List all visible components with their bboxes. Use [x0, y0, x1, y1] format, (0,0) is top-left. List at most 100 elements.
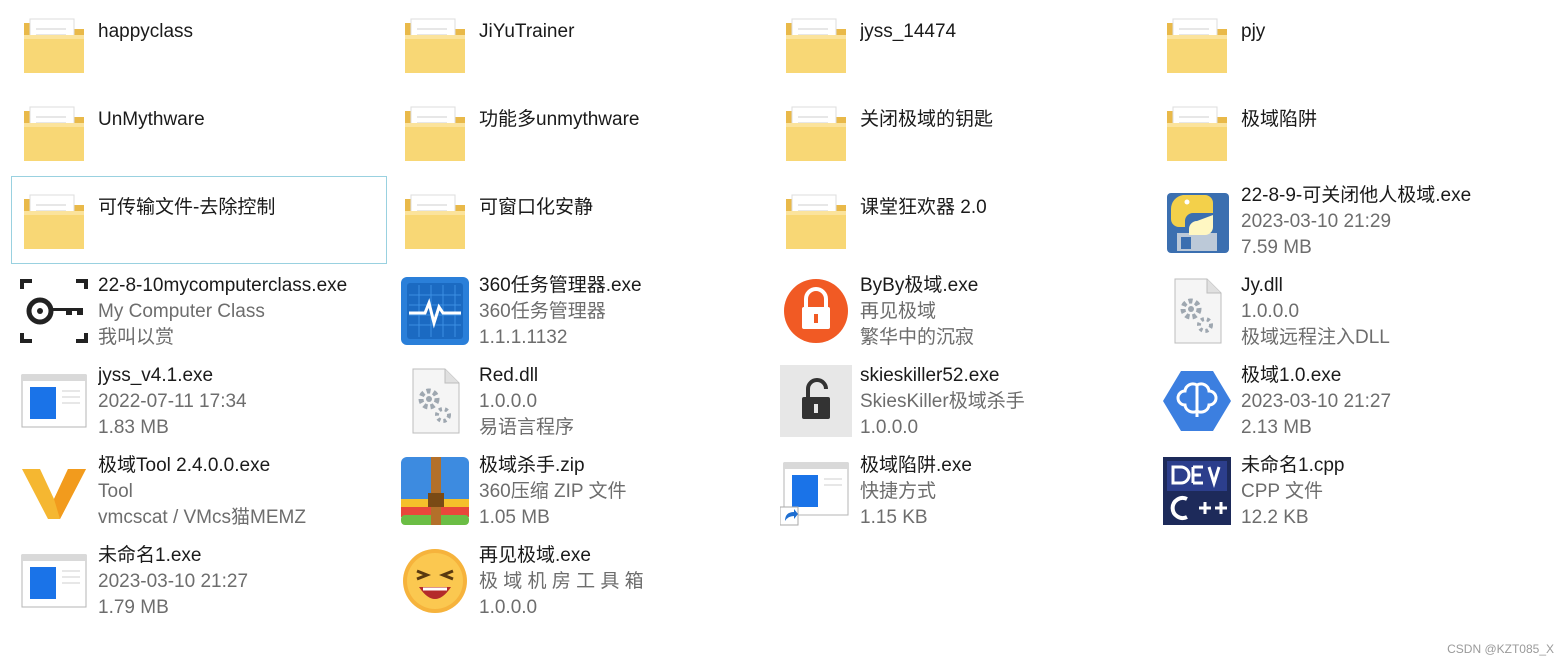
- file-item[interactable]: 可传输文件-去除控制: [11, 176, 387, 264]
- file-meta: vmcscat / VMcs猫MEMZ: [98, 507, 306, 528]
- file-name: ByBy极域.exe: [860, 275, 979, 296]
- file-meta: 2022-07-11 17:34: [98, 391, 247, 412]
- file-item-text: UnMythware: [98, 107, 382, 133]
- file-item[interactable]: 可窗口化安静: [392, 176, 768, 264]
- window-exe-icon: [18, 545, 90, 617]
- file-meta: 2023-03-10 21:27: [98, 571, 249, 592]
- file-meta: 1.0.0.0: [860, 417, 919, 438]
- file-meta: Tool: [98, 481, 133, 502]
- file-item[interactable]: 22-8-9-可关闭他人极域.exe 2023-03-10 21:29 7.59 M…: [1154, 176, 1530, 264]
- folder-icon: [18, 9, 90, 81]
- folder-icon: [780, 9, 852, 81]
- file-item[interactable]: skieskiller52.exe SkiesKiller极域杀手 1.0.0.0: [773, 356, 1149, 444]
- file-name: 功能多unmythware: [479, 109, 640, 130]
- file-item[interactable]: 再见极域.exe 极 域 机 房 工 具 箱 1.0.0.0: [392, 536, 768, 624]
- file-name: 未命名1.exe: [98, 545, 202, 566]
- file-item[interactable]: 极域Tool 2.4.0.0.exe Tool vmcscat / VMcs猫MEM…: [11, 446, 387, 534]
- file-item-text: 极域Tool 2.4.0.0.exe Tool vmcscat / VMcs猫MEM…: [98, 453, 382, 531]
- file-item-text: pjy: [1241, 19, 1525, 45]
- file-item[interactable]: Red.dll 1.0.0.0 易语言程序: [392, 356, 768, 444]
- file-meta: 1.83 MB: [98, 417, 169, 438]
- file-item[interactable]: happyclass: [11, 0, 387, 88]
- folder-icon: [1161, 9, 1233, 81]
- file-name: 22-8-9-可关闭他人极域.exe: [1241, 185, 1472, 206]
- file-item[interactable]: ByBy极域.exe 再见极域繁华中的沉寂: [773, 266, 1149, 354]
- file-meta: 12.2 KB: [1241, 507, 1309, 528]
- file-meta: 易语言程序: [479, 417, 575, 438]
- file-item[interactable]: Jy.dll 1.0.0.0 极域远程注入DLL: [1154, 266, 1530, 354]
- file-name: 未命名1.cpp: [1241, 455, 1345, 476]
- file-meta: 1.15 KB: [860, 507, 928, 528]
- file-item[interactable]: jyss_v4.1.exe 2022-07-11 17:34 1.83 MB: [11, 356, 387, 444]
- file-item-text: 可窗口化安静: [479, 195, 763, 221]
- key-icon: [18, 275, 90, 347]
- file-item[interactable]: 极域1.0.exe 2023-03-10 21:27 2.13 MB: [1154, 356, 1530, 444]
- file-name: happyclass: [98, 21, 194, 42]
- folder-icon: [18, 185, 90, 257]
- folder-icon: [399, 97, 471, 169]
- file-item[interactable]: 360任务管理器.exe 360任务管理器 1.1.1.1132: [392, 266, 768, 354]
- file-meta: 极 域 机 房 工 具 箱: [479, 571, 644, 592]
- file-item[interactable]: JiYuTrainer: [392, 0, 768, 88]
- file-meta: SkiesKiller极域杀手: [860, 391, 1025, 412]
- file-item-text: 未命名1.cpp CPP 文件 12.2 KB: [1241, 453, 1525, 531]
- file-item[interactable]: 课堂狂欢器 2.0: [773, 176, 1149, 264]
- file-name: jyss_v4.1.exe: [98, 365, 214, 386]
- file-meta: 2.13 MB: [1241, 417, 1312, 438]
- file-item-text: Red.dll 1.0.0.0 易语言程序: [479, 363, 763, 441]
- file-item[interactable]: 极域陷阱: [1154, 88, 1530, 176]
- laughing-face-icon: [399, 545, 471, 617]
- python-exe-icon: [1161, 185, 1233, 257]
- folder-icon: [399, 185, 471, 257]
- window-exe-icon: [18, 365, 90, 437]
- file-item-text: 功能多unmythware: [479, 107, 763, 133]
- file-item[interactable]: jyss_14474: [773, 0, 1149, 88]
- file-meta: 再见极域: [860, 301, 937, 322]
- file-name: 可传输文件-去除控制: [98, 197, 276, 218]
- file-item[interactable]: 22-8-10mycomputerclass.exe My Computer Cl…: [11, 266, 387, 354]
- file-item-text: 可传输文件-去除控制: [98, 195, 382, 221]
- file-meta: 快捷方式: [860, 481, 937, 502]
- file-item[interactable]: UnMythware: [11, 88, 387, 176]
- file-item-text: 22-8-9-可关闭他人极域.exe 2023-03-10 21:29 7.59 M…: [1241, 183, 1525, 261]
- shortcut-exe-icon: [780, 455, 852, 527]
- file-item[interactable]: 极域杀手.zip 360压缩 ZIP 文件 1.05 MB: [392, 446, 768, 534]
- file-item[interactable]: 未命名1.exe 2023-03-10 21:27 1.79 MB: [11, 536, 387, 624]
- file-item-text: 未命名1.exe 2023-03-10 21:27 1.79 MB: [98, 543, 382, 621]
- folder-icon: [399, 9, 471, 81]
- file-item[interactable]: 关闭极域的钥匙: [773, 88, 1149, 176]
- file-meta: 1.0.0.0: [1241, 301, 1300, 322]
- file-meta: 1.0.0.0: [479, 597, 538, 618]
- file-item-text: 极域陷阱.exe 快捷方式 1.15 KB: [860, 453, 1144, 531]
- file-item-text: 极域杀手.zip 360压缩 ZIP 文件 1.05 MB: [479, 453, 763, 531]
- file-name: UnMythware: [98, 109, 205, 130]
- file-item-text: happyclass: [98, 19, 382, 45]
- file-item[interactable]: pjy: [1154, 0, 1530, 88]
- file-item[interactable]: 未命名1.cpp CPP 文件 12.2 KB: [1154, 446, 1530, 534]
- brain-icon: [1161, 365, 1233, 437]
- file-item-text: skieskiller52.exe SkiesKiller极域杀手 1.0.0.0: [860, 363, 1144, 441]
- file-name: 再见极域.exe: [479, 545, 591, 566]
- dll-icon: [399, 365, 471, 437]
- file-name: JiYuTrainer: [479, 21, 575, 42]
- file-meta: CPP 文件: [1241, 481, 1324, 502]
- file-item[interactable]: 功能多unmythware: [392, 88, 768, 176]
- file-item-text: ByBy极域.exe 再见极域繁华中的沉寂: [860, 273, 1144, 351]
- file-name: skieskiller52.exe: [860, 365, 1000, 386]
- file-meta: 1.0.0.0: [479, 391, 538, 412]
- folder-icon: [780, 185, 852, 257]
- file-name: 可窗口化安静: [479, 197, 594, 218]
- file-name: 极域杀手.zip: [479, 455, 585, 476]
- file-item-text: Jy.dll 1.0.0.0 极域远程注入DLL: [1241, 273, 1525, 351]
- unlock-icon: [780, 365, 852, 437]
- file-meta: 360任务管理器: [479, 301, 606, 322]
- v-logo-icon: [18, 455, 90, 527]
- file-meta: 1.79 MB: [98, 597, 169, 618]
- file-item[interactable]: 极域陷阱.exe 快捷方式 1.15 KB: [773, 446, 1149, 534]
- file-item-text: jyss_14474: [860, 19, 1144, 45]
- lock-icon: [780, 275, 852, 347]
- file-name: 极域陷阱: [1241, 109, 1318, 130]
- file-name: Red.dll: [479, 365, 539, 386]
- file-meta: 繁华中的沉寂: [860, 327, 975, 348]
- devcpp-icon: [1161, 455, 1233, 527]
